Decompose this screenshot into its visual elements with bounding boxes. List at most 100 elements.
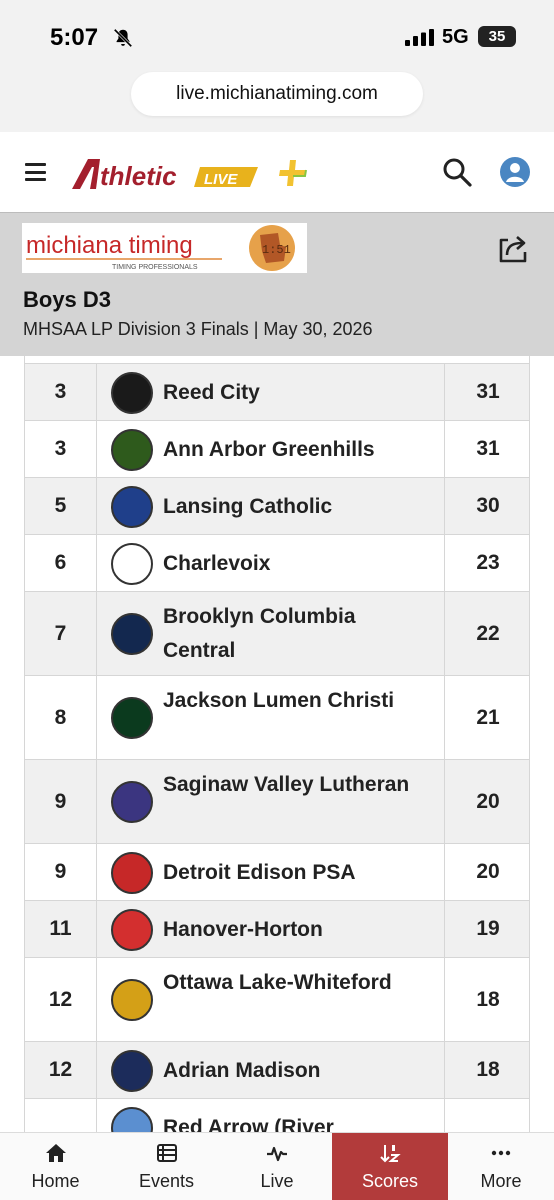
team-logo-icon: [111, 1106, 153, 1132]
team-place: 3: [25, 364, 97, 420]
team-cell: Brooklyn Columbia Central: [97, 592, 445, 675]
svg-text:LIVE: LIVE: [204, 171, 238, 188]
team-cell: Adrian Madison: [97, 1042, 445, 1098]
team-place: 7: [25, 592, 97, 675]
team-logo-icon: [111, 851, 153, 894]
battery-icon: 35: [478, 26, 516, 47]
table-row[interactable]: 8 Jackson Lumen Christi 21: [25, 676, 529, 760]
team-name[interactable]: Red Arrow (River: [163, 1111, 433, 1133]
status-bar: 5:07 5G 35: [0, 0, 554, 72]
team-name[interactable]: Jackson Lumen Christi: [163, 684, 433, 718]
team-score: 31: [476, 380, 500, 403]
table-row[interactable]: 9 Saginaw Valley Lutheran 20: [25, 760, 529, 844]
nav-scores[interactable]: Scores: [332, 1133, 448, 1200]
plus-icon[interactable]: [278, 158, 308, 188]
team-name[interactable]: Adrian Madison: [163, 1054, 433, 1088]
network-type: 5G: [442, 26, 469, 48]
team-place: 8: [25, 676, 97, 759]
url-bar[interactable]: live.michianatiming.com: [131, 72, 423, 116]
team-score: 30: [476, 494, 500, 517]
team-place: [25, 1099, 97, 1132]
table-row[interactable]: 9 Detroit Edison PSA 20: [25, 844, 529, 901]
meet-title: Boys D3: [23, 287, 112, 312]
table-row[interactable]: 6 Charlevoix 23: [25, 535, 529, 592]
team-score: [445, 1099, 529, 1132]
table-row[interactable]: 3 Ann Arbor Greenhills 31: [25, 421, 529, 478]
svg-text:michiana timing: michiana timing: [26, 232, 193, 259]
svg-text:1:51: 1:51: [262, 243, 291, 257]
team-cell: Jackson Lumen Christi: [97, 676, 445, 759]
team-cell: Lansing Catholic: [97, 478, 445, 534]
team-score: 20: [476, 860, 500, 883]
table-row[interactable]: Red Arrow (River: [25, 1099, 529, 1132]
team-name[interactable]: Ottawa Lake-Whiteford: [163, 966, 433, 1000]
nav-live-label: Live: [260, 1171, 294, 1191]
svg-text:TIMING PROFESSIONALS: TIMING PROFESSIONALS: [112, 264, 198, 271]
table-row[interactable]: 11 Hanover-Horton 19: [25, 901, 529, 958]
team-name[interactable]: Charlevoix: [163, 547, 433, 581]
team-logo-icon: [111, 485, 153, 528]
team-logo-icon: [111, 542, 153, 585]
team-cell: Ann Arbor Greenhills: [97, 421, 445, 477]
team-logo-icon: [111, 697, 153, 739]
team-name[interactable]: Lansing Catholic: [163, 490, 433, 524]
team-name[interactable]: Hanover-Horton: [163, 913, 433, 947]
athletic-live-logo[interactable]: thletic LIVE: [70, 155, 260, 191]
event-banner: michiana timing TIMING PROFESSIONALS 1:5…: [0, 212, 554, 356]
app-header: thletic LIVE: [0, 132, 554, 212]
nav-events[interactable]: Events: [111, 1133, 222, 1200]
team-name[interactable]: Reed City: [163, 376, 433, 410]
team-logo-icon: [111, 613, 153, 655]
sort-icon: [380, 1145, 401, 1163]
list-icon: [156, 1144, 177, 1162]
team-logo-icon: [111, 908, 153, 951]
team-place: 11: [25, 901, 97, 957]
team-score: 31: [476, 437, 500, 460]
team-results-table: 3 Reed City 31 3 Ann Arbor Greenhills 31 5 Lans…: [24, 356, 530, 1132]
team-score: 20: [476, 789, 500, 813]
nav-home[interactable]: Home: [0, 1133, 111, 1200]
share-icon[interactable]: [496, 231, 530, 265]
nav-more[interactable]: More: [448, 1133, 554, 1200]
team-name[interactable]: Ann Arbor Greenhills: [163, 433, 433, 467]
table-row[interactable]: 3 Reed City 31: [25, 364, 529, 421]
team-name[interactable]: Detroit Edison PSA: [163, 856, 433, 890]
team-place: 6: [25, 535, 97, 591]
team-score: 23: [476, 551, 500, 574]
table-row[interactable]: 5 Lansing Catholic 30: [25, 478, 529, 535]
status-time: 5:07: [50, 24, 99, 51]
nav-scores-label: Scores: [361, 1171, 419, 1191]
team-name[interactable]: Saginaw Valley Lutheran: [163, 768, 433, 802]
team-score: 18: [476, 1058, 500, 1081]
search-icon[interactable]: [442, 157, 472, 187]
bell-off-icon: [113, 28, 133, 48]
team-logo-icon: [111, 1049, 153, 1092]
table-row[interactable]: 12 Ottawa Lake-Whiteford 18: [25, 958, 529, 1042]
bottom-nav: Home Events Live Scores More: [0, 1132, 554, 1200]
team-logo-icon: [111, 371, 153, 414]
nav-live[interactable]: Live: [222, 1133, 332, 1200]
team-logo-icon: [111, 781, 153, 823]
browser-toolbar: live.michianatiming.com: [0, 72, 554, 132]
michiana-timing-logo: michiana timing TIMING PROFESSIONALS 1:5…: [22, 223, 307, 273]
team-cell: Hanover-Horton: [97, 901, 445, 957]
team-score: 19: [476, 917, 500, 940]
team-logo-icon: [111, 979, 153, 1021]
team-score: 22: [476, 621, 500, 645]
table-row-partial: [25, 356, 529, 364]
svg-text:thletic: thletic: [100, 161, 177, 191]
table-row[interactable]: 12 Adrian Madison 18: [25, 1042, 529, 1099]
hamburger-menu-icon[interactable]: [25, 163, 46, 181]
signal-icon: [405, 29, 434, 46]
team-place: 9: [25, 844, 97, 900]
team-name[interactable]: Brooklyn Columbia Central: [163, 600, 433, 668]
team-score: 21: [476, 705, 500, 729]
user-account-icon[interactable]: [500, 157, 530, 187]
team-cell: Reed City: [97, 364, 445, 420]
team-place: 9: [25, 760, 97, 843]
nav-home-label: Home: [31, 1171, 80, 1191]
team-logo-icon: [111, 428, 153, 471]
table-row[interactable]: 7 Brooklyn Columbia Central 22: [25, 592, 529, 676]
team-cell: Red Arrow (River: [97, 1099, 445, 1132]
team-place: 12: [25, 1042, 97, 1098]
